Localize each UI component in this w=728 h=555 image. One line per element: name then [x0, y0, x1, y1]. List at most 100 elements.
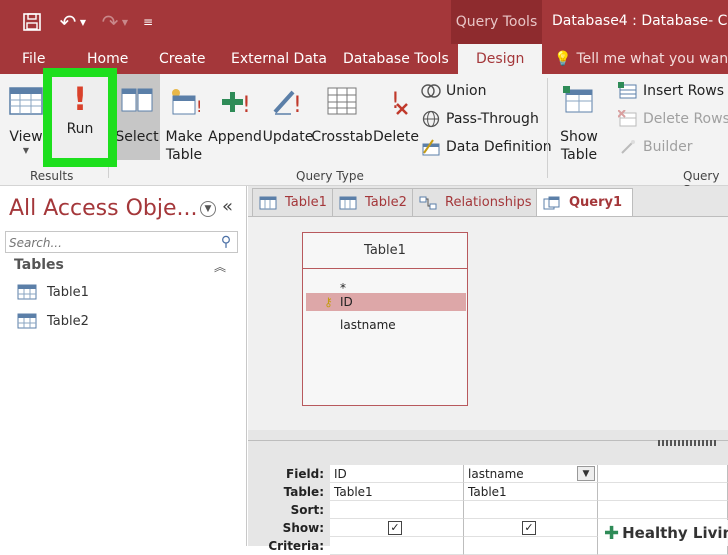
grid-cell-show: ✓	[330, 519, 464, 537]
grid-cell-criteria[interactable]	[330, 537, 464, 555]
grid-row-table: Table: Table1 Table1	[248, 483, 728, 501]
update-button[interactable]: ! Update	[263, 74, 313, 170]
run-exclamation-icon: !	[72, 80, 88, 118]
relationships-icon	[419, 196, 437, 209]
leaf-plus-icon: ✚	[604, 522, 620, 544]
builder-button: Builder	[617, 134, 693, 160]
results-group-label: Results	[30, 169, 74, 183]
pass-through-button[interactable]: Pass-Through	[420, 106, 539, 132]
show-table-icon	[562, 74, 596, 128]
make-table-icon: !	[167, 74, 201, 128]
search-input[interactable]	[6, 233, 206, 253]
lightbulb-icon: 💡	[554, 51, 572, 67]
chevron-down-icon[interactable]: ▼	[200, 201, 216, 217]
append-button[interactable]: ! Append	[208, 74, 262, 170]
tab-query1[interactable]: Query1	[536, 188, 634, 216]
save-icon[interactable]	[18, 8, 46, 36]
show-checkbox-lastname[interactable]: ✓	[522, 521, 536, 535]
redo-dropdown-icon: ▼	[121, 17, 129, 27]
tab-table1[interactable]: Table1	[252, 188, 338, 216]
tables-section-header[interactable]: Tables	[14, 257, 64, 273]
nav-item-table2[interactable]: Table2	[17, 309, 89, 333]
grid-cell-field[interactable]: lastname ▼	[464, 465, 598, 483]
builder-wand-icon	[617, 137, 639, 157]
grid-cell-field[interactable]	[598, 465, 728, 483]
undo-dropdown-icon[interactable]: ▼	[76, 8, 90, 36]
delete-query-icon: !	[379, 74, 413, 128]
customize-toolbar-icon[interactable]: ≡	[134, 8, 162, 36]
grid-cell-show: ✓	[464, 519, 598, 537]
primary-key-icon: ⚷	[324, 295, 333, 309]
union-icon	[420, 81, 442, 101]
tab-design[interactable]: Design	[458, 44, 543, 74]
delete-query-button[interactable]: ! Delete	[373, 74, 419, 170]
nav-item-table1[interactable]: Table1	[17, 280, 89, 304]
tab-external-data[interactable]: External Data	[231, 44, 327, 74]
svg-text:!: !	[293, 93, 302, 116]
grid-cell-table[interactable]: Table1	[330, 483, 464, 501]
chevron-down-icon: ▼	[22, 146, 30, 155]
data-definition-icon	[420, 137, 442, 157]
table-icon	[259, 196, 277, 209]
pane-splitter[interactable]	[658, 440, 718, 446]
tab-create[interactable]: Create	[159, 44, 206, 74]
chevron-down-icon[interactable]: ▼	[577, 466, 595, 481]
delete-rows-icon	[617, 109, 639, 129]
grid-cell-sort[interactable]	[598, 501, 728, 519]
group-separator	[547, 78, 548, 178]
chevron-up-icon[interactable]: ︽	[214, 258, 226, 275]
run-button[interactable]: ! Run	[52, 77, 108, 158]
table-icon	[17, 284, 37, 300]
data-definition-button[interactable]: Data Definition	[420, 134, 552, 160]
view-button[interactable]: View ▼	[6, 74, 46, 170]
insert-rows-button[interactable]: Insert Rows	[617, 78, 724, 104]
window-title: Database4 : Database- C:\Use	[552, 13, 728, 29]
navigation-pane: All Access Obje... ▼ « ⚲ Tables ︽ Table1…	[0, 186, 247, 546]
tab-database-tools[interactable]: Database Tools	[343, 44, 449, 74]
query-type-group-label: Query Type	[296, 169, 364, 183]
grid-cell-criteria[interactable]	[464, 537, 598, 555]
grid-cell-sort[interactable]	[464, 501, 598, 519]
grid-cell-field[interactable]: ID	[330, 465, 464, 483]
append-icon: !	[218, 74, 252, 128]
watermark: ✚ Healthy Living	[598, 520, 728, 546]
tab-table2[interactable]: Table2	[332, 188, 418, 216]
table-icon	[339, 196, 357, 209]
union-button[interactable]: Union	[420, 78, 486, 104]
svg-text:!: !	[196, 97, 201, 116]
nav-search-box: ⚲	[5, 231, 238, 253]
tab-file[interactable]: File	[22, 44, 45, 74]
grid-row-sort: Sort:	[248, 501, 728, 519]
query-icon	[543, 196, 560, 209]
crosstab-button[interactable]: Crosstab	[311, 74, 373, 170]
title-bar: ↶ ▼ ↷ ▼ ≡ Query Tools Database4 : Databa…	[0, 0, 728, 44]
grid-row-field: Field: ID lastname ▼	[248, 465, 728, 483]
field-id[interactable]: ⚷ ID	[306, 293, 466, 311]
make-table-button[interactable]: ! Make Table	[163, 74, 205, 170]
show-checkbox-id[interactable]: ✓	[388, 521, 402, 535]
query-tools-context-tab: Query Tools	[451, 0, 542, 44]
delete-rows-button: Delete Rows	[617, 106, 728, 132]
grid-cell-sort[interactable]	[330, 501, 464, 519]
query-design-pane: Table1 * ⚷ ID lastname ◀	[248, 216, 728, 469]
tab-relationships[interactable]: Relationships	[412, 188, 543, 216]
datasheet-view-icon	[9, 74, 43, 128]
collapse-pane-icon[interactable]: «	[222, 196, 233, 217]
svg-text:!: !	[391, 89, 400, 114]
table1-field-list[interactable]: Table1 * ⚷ ID lastname	[302, 232, 468, 406]
tell-me-text: Tell me what you want to	[576, 51, 728, 67]
crosstab-icon	[325, 74, 359, 128]
tell-me-box[interactable]: 💡 Tell me what you want to	[554, 44, 728, 74]
insert-rows-icon	[617, 81, 639, 101]
show-table-button[interactable]: Show Table	[556, 74, 602, 170]
select-query-button[interactable]: Select	[114, 74, 160, 160]
globe-icon	[420, 109, 442, 129]
grid-cell-table[interactable]: Table1	[464, 483, 598, 501]
search-icon[interactable]: ⚲	[217, 233, 235, 251]
field-list-title: Table1	[303, 233, 467, 269]
document-area: Table1 Table2 Relationships Query1 Table…	[248, 186, 728, 555]
field-lastname[interactable]: lastname	[306, 316, 466, 334]
grid-cell-table[interactable]	[598, 483, 728, 501]
nav-pane-title[interactable]: All Access Obje...	[9, 196, 197, 221]
update-icon: !	[271, 74, 305, 128]
